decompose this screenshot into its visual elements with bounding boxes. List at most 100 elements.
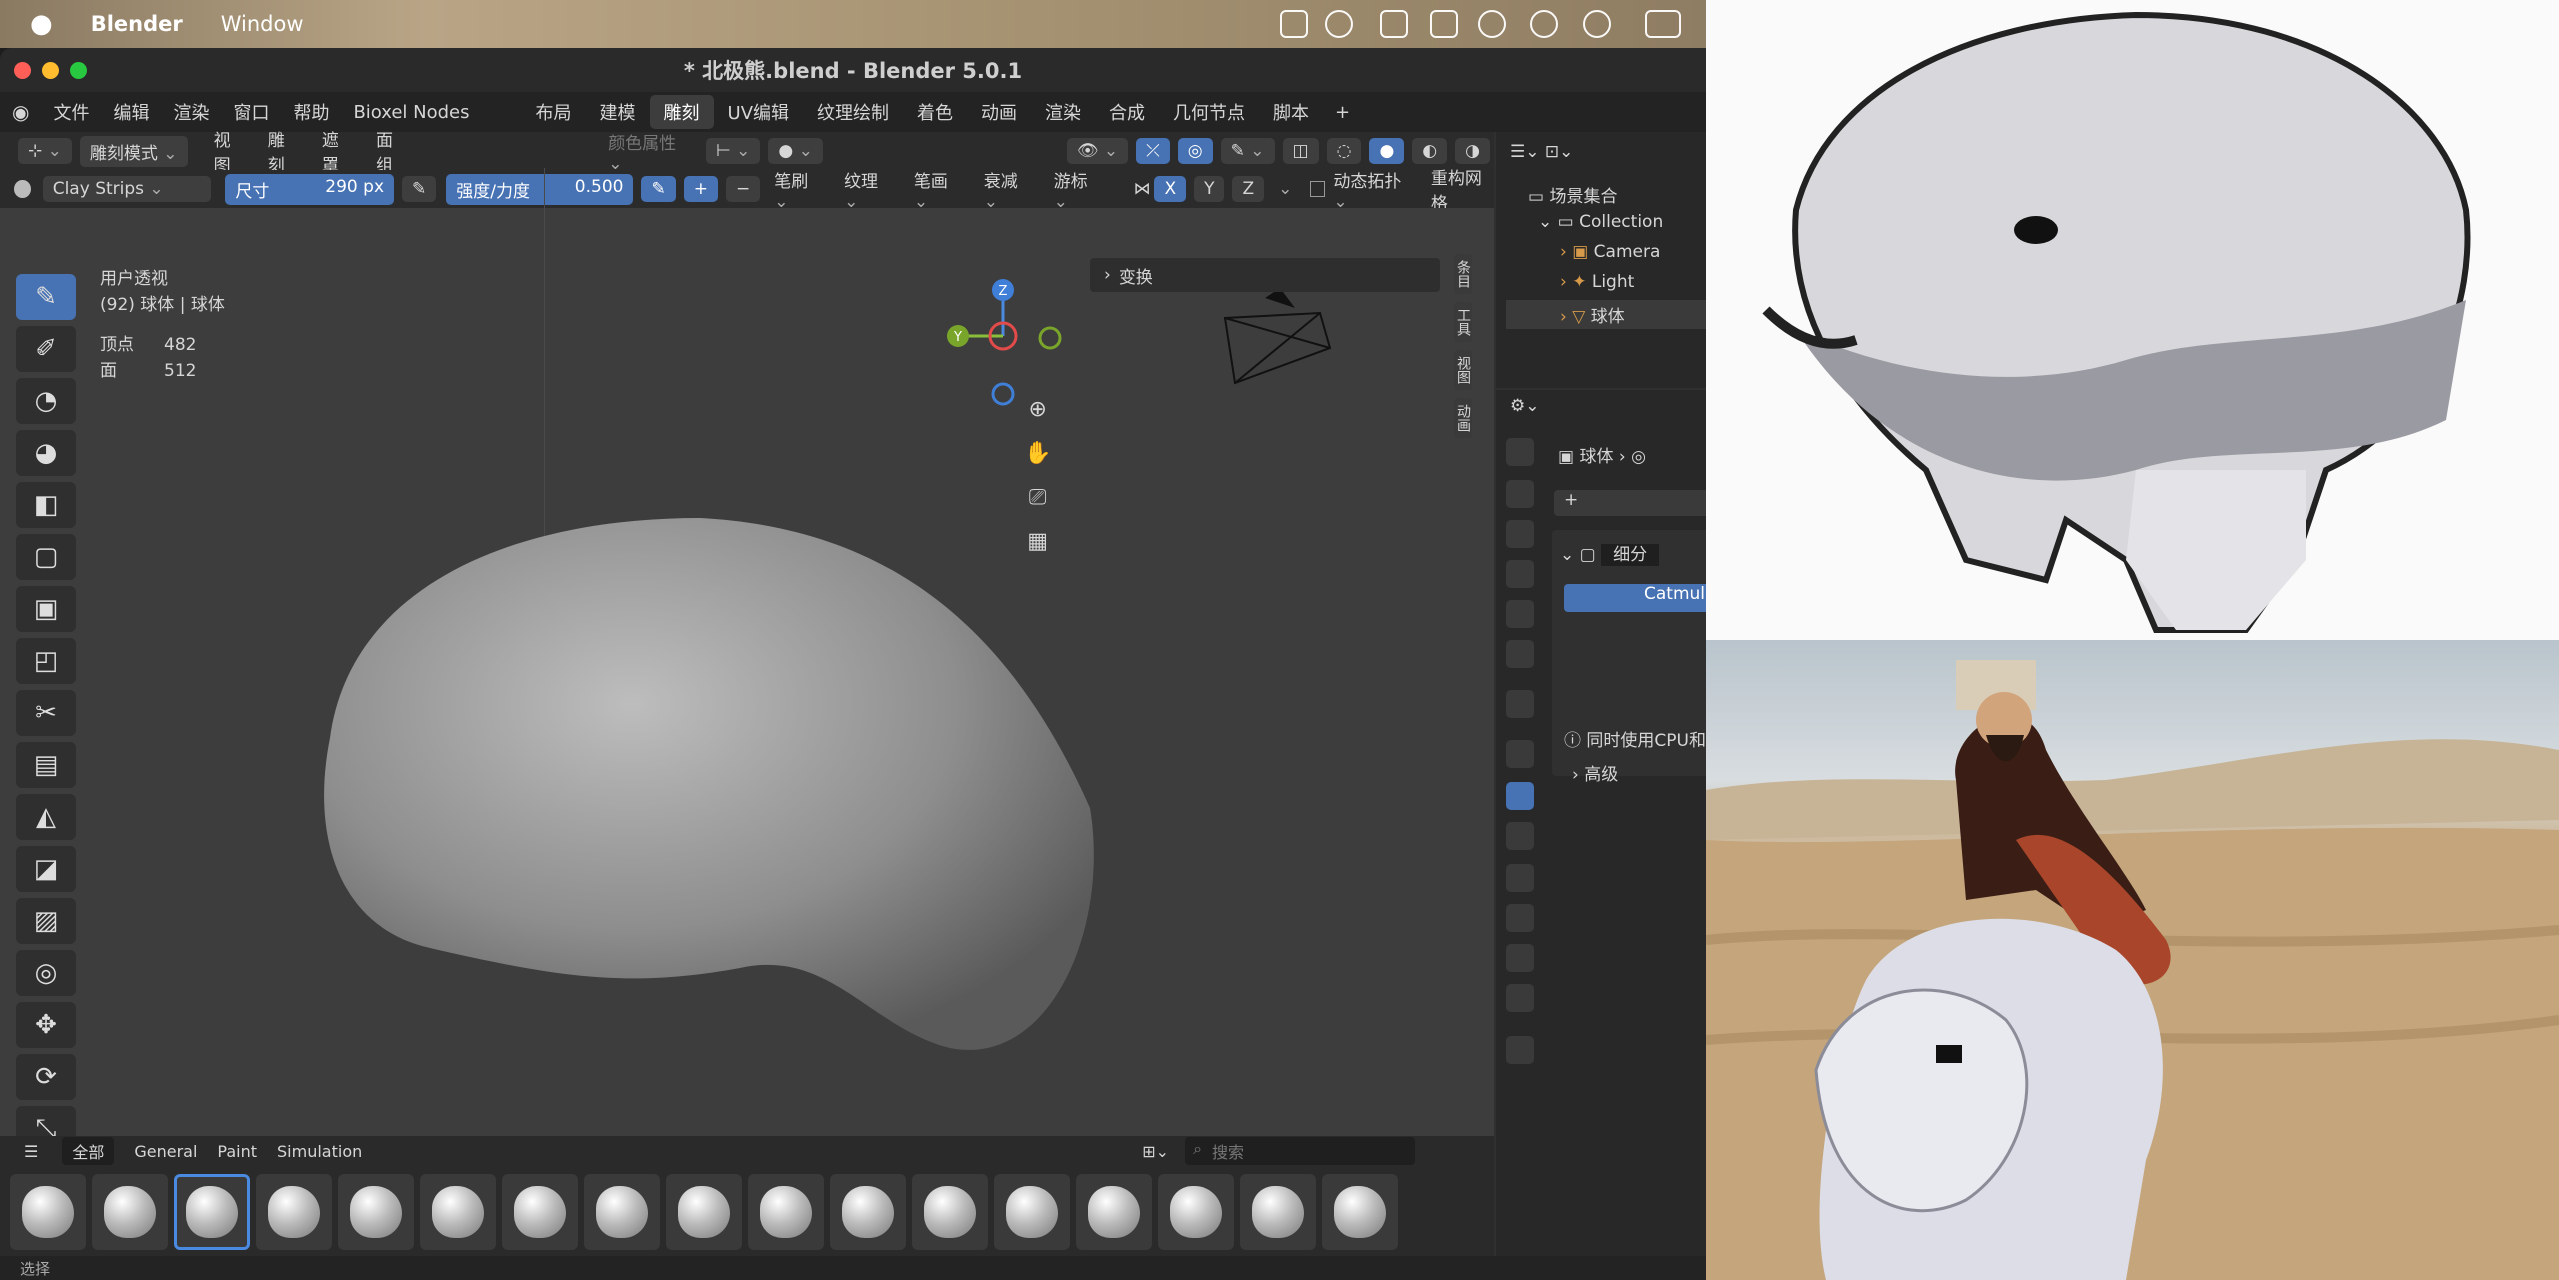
shelf-tab-simulation[interactable]: Simulation (277, 1142, 362, 1161)
draw-brush-tool[interactable]: ✎ (16, 274, 76, 320)
outliner-editor-icon[interactable]: ☰⌄ ⊡⌄ (1510, 142, 1573, 162)
tab-uv[interactable]: UV编辑 (714, 95, 804, 129)
move-tool[interactable]: ✥ (16, 1002, 76, 1048)
transform-panel[interactable]: › 变换 (1090, 258, 1440, 292)
shelf-tab-general[interactable]: General (134, 1142, 197, 1161)
brush-tile[interactable] (912, 1174, 988, 1250)
collection-tab-icon[interactable] (1506, 690, 1534, 718)
grid-view-icon[interactable]: ⊞⌄ (1142, 1142, 1169, 1161)
brush-tile-selected[interactable] (174, 1174, 250, 1250)
overlay-toggle-icon[interactable]: ◎ (1177, 138, 1213, 164)
mesh-filter-tool[interactable]: ▤ (16, 742, 76, 788)
ortho-grid-icon[interactable]: ▦ (1024, 520, 1051, 564)
tab-animation[interactable]: 动画 (1454, 398, 1472, 438)
camera-object-icon[interactable] (1220, 288, 1340, 398)
outliner-item-light[interactable]: › ✦ Light (1560, 272, 1634, 292)
transform-pivot-icon[interactable]: ⊢ (705, 138, 761, 164)
box-hide-tool[interactable]: ▢ (16, 534, 76, 580)
tab-view[interactable]: 视图 (1454, 350, 1472, 390)
pan-hand-icon[interactable]: ✋ (1024, 432, 1051, 476)
strength-field[interactable]: 强度/力度 0.500 (446, 173, 634, 205)
brush-tile[interactable] (420, 1174, 496, 1250)
blender-logo-icon[interactable]: ◉ (0, 100, 41, 124)
c-icon[interactable] (1478, 10, 1506, 38)
gizmo-toggle-icon[interactable]: ⤫ (1136, 138, 1170, 164)
wechat-icon[interactable] (1583, 10, 1611, 38)
texture-tab-icon[interactable] (1506, 1036, 1534, 1064)
add-icon[interactable]: + (683, 176, 718, 202)
paint-mask-tool[interactable]: ◕ (16, 430, 76, 476)
apple-icon[interactable]: ● (30, 9, 53, 39)
dyntopo-checkbox[interactable] (1310, 181, 1326, 197)
input-method-icon[interactable] (1645, 10, 1681, 38)
shading-render-icon[interactable]: ◑ (1455, 138, 1490, 164)
menu-falloff[interactable]: 衰减 (984, 167, 1034, 212)
visibility-icon[interactable]: 👁 (1066, 138, 1129, 164)
shading-material-icon[interactable]: ◐ (1412, 138, 1448, 164)
brush-tile[interactable] (1322, 1174, 1398, 1250)
menu-sculpt[interactable]: 雕刻 (268, 126, 298, 176)
menu-help[interactable]: 帮助 (281, 99, 341, 125)
menu-view[interactable]: 视图 (214, 126, 244, 176)
add-workspace-icon[interactable]: + (1323, 102, 1362, 123)
brush-tile[interactable] (994, 1174, 1070, 1250)
brush-tile[interactable] (1158, 1174, 1234, 1250)
mask-by-color-tool[interactable]: ◎ (16, 950, 76, 996)
sym-x[interactable]: X (1154, 176, 1187, 202)
menubar-app-name[interactable]: Blender (91, 12, 183, 36)
xray-icon[interactable]: ✎ (1220, 138, 1275, 164)
paint-brush-tool[interactable]: ✐ (16, 326, 76, 372)
snap-icon[interactable]: ● (768, 138, 823, 164)
properties-editor-icon[interactable]: ⚙⌄ (1510, 396, 1539, 416)
shelf-search-input[interactable]: ⌕ 搜索 (1185, 1137, 1416, 1165)
brush-tile[interactable] (10, 1174, 86, 1250)
window-icon[interactable] (1380, 10, 1408, 38)
object-tab-icon[interactable] (1506, 740, 1534, 768)
brush-tile[interactable] (1240, 1174, 1316, 1250)
remesh-dropdown[interactable]: 重构网格 (1431, 164, 1494, 214)
shading-wire-icon[interactable]: ◌ (1326, 138, 1362, 164)
camera-view-icon[interactable]: ⎚ (1024, 476, 1051, 520)
algorithm-catmull-button[interactable]: Catmul (1564, 584, 1706, 612)
brush-tile[interactable] (338, 1174, 414, 1250)
zoom-button[interactable] (70, 62, 87, 79)
brush-tile[interactable] (748, 1174, 824, 1250)
tab-compositing[interactable]: 合成 (1095, 95, 1159, 129)
tab-geometry-nodes[interactable]: 几何节点 (1159, 95, 1259, 129)
physics-tab-icon[interactable] (1506, 864, 1534, 892)
edit-face-set-tool[interactable]: ▨ (16, 898, 76, 944)
tab-texture-paint[interactable]: 纹理绘制 (803, 95, 903, 129)
close-button[interactable] (14, 62, 31, 79)
modifier-header[interactable]: ⌄ ▢ 细分 (1560, 540, 1660, 566)
menu-stroke[interactable]: 笔画 (914, 167, 964, 212)
toggle-xray-icon[interactable]: ◫ (1282, 138, 1319, 164)
sym-y[interactable]: Y (1194, 176, 1225, 202)
strength-pressure-icon[interactable]: ✎ (641, 176, 676, 202)
symmetry-icon[interactable]: ⋈ (1133, 179, 1150, 199)
modifier-name-field[interactable]: 细分 (1601, 544, 1660, 566)
menubar-window[interactable]: Window (221, 12, 304, 36)
brush-tile[interactable] (256, 1174, 332, 1250)
tab-item[interactable]: 条目 (1454, 254, 1472, 294)
menu-mask[interactable]: 遮罩 (322, 126, 352, 176)
scene-tab-icon[interactable] (1506, 600, 1534, 628)
modifier-tab-icon[interactable] (1506, 782, 1534, 810)
brush-tile[interactable] (584, 1174, 660, 1250)
add-modifier-button[interactable]: + (1554, 490, 1706, 516)
minimize-button[interactable] (42, 62, 59, 79)
advanced-subpanel[interactable]: › 高级 (1572, 760, 1618, 785)
subtract-icon[interactable]: − (725, 176, 761, 202)
box-mask-tool[interactable]: ◧ (16, 482, 76, 528)
tab-animation[interactable]: 动画 (967, 95, 1031, 129)
size-field[interactable]: 尺寸 290 px (225, 173, 394, 205)
menu-window[interactable]: 窗口 (221, 99, 281, 125)
dictionary-icon[interactable] (1430, 10, 1458, 38)
outliner-item-camera[interactable]: › ▣ Camera (1560, 242, 1660, 262)
output-tab-icon[interactable] (1506, 520, 1534, 548)
menu-brush[interactable]: 笔刷 (774, 167, 824, 212)
collection-row[interactable]: ⌄ ▭ Collection (1538, 212, 1663, 232)
sym-z[interactable]: Z (1232, 176, 1265, 202)
particles-tab-icon[interactable] (1506, 822, 1534, 850)
navigation-gizmo[interactable]: Z Y (930, 266, 1070, 406)
tab-rendering[interactable]: 渲染 (1031, 95, 1095, 129)
